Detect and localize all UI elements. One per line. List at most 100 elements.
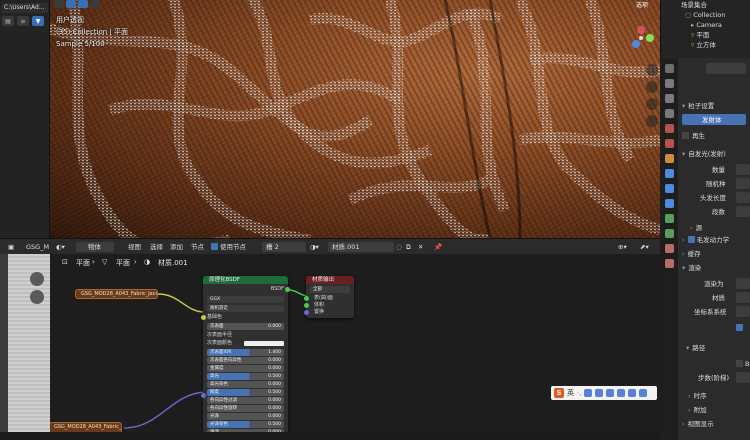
steps-field[interactable] xyxy=(736,372,750,383)
filter-icon[interactable]: ▼ xyxy=(32,16,44,26)
duplicate-material-icon[interactable]: ⧉ xyxy=(406,239,411,255)
render-tab-icon[interactable] xyxy=(664,79,674,88)
ime-toolbox-icon[interactable] xyxy=(617,389,626,397)
normal-input-socket[interactable] xyxy=(201,393,206,398)
image-texture-node[interactable]: GSG_MOD28_A043_Fabric_Jacquard_BS xyxy=(75,289,158,299)
base-color-input[interactable]: 基础色 xyxy=(207,314,284,321)
metallic-slider[interactable]: 金属度 0.000 xyxy=(207,365,284,372)
roughness-slider[interactable]: 糙度 0.500 xyxy=(207,389,284,396)
output-target-dropdown[interactable]: 全部 xyxy=(310,286,350,293)
distribution-dropdown[interactable]: GGX xyxy=(207,296,284,303)
regrow-checkbox[interactable]: 再生 xyxy=(682,130,705,142)
subsurface-method-dropdown[interactable]: 随机游走 xyxy=(207,305,284,312)
select-mode-icon[interactable] xyxy=(66,0,76,8)
view-layer-tab-icon[interactable] xyxy=(664,109,674,118)
zoom-icon[interactable] xyxy=(30,272,44,286)
scene-tab-icon[interactable] xyxy=(664,124,674,133)
object-tab-icon[interactable] xyxy=(664,154,674,163)
ime-keyboard-icon[interactable] xyxy=(595,389,604,397)
hair-length-field[interactable] xyxy=(736,192,750,203)
hair-dynamics-panel-header[interactable]: › 毛发动力学 xyxy=(682,234,729,246)
data-tab-icon[interactable] xyxy=(664,229,674,238)
overlay-toggle-icon[interactable]: ⊕▾ xyxy=(618,239,627,255)
emission-panel-header[interactable]: ▾ 自发光(发射) xyxy=(682,148,726,160)
displacement-input-socket[interactable] xyxy=(304,310,309,315)
ime-language-toggle[interactable]: 英 xyxy=(567,388,574,398)
seed-field[interactable] xyxy=(736,178,750,189)
outliner-item-collection[interactable]: ▢ Collection xyxy=(685,10,725,20)
physics-tab-icon[interactable] xyxy=(664,199,674,208)
menu-view[interactable]: 视图 xyxy=(128,239,141,255)
subsurface-anisotropy-slider[interactable]: 次表面各向异性 0.000 xyxy=(207,357,284,364)
specular-slider[interactable]: 高光 0.500 xyxy=(207,373,284,380)
material-dropdown[interactable] xyxy=(736,292,750,303)
ime-skin-icon[interactable] xyxy=(606,389,615,397)
subsurface-radius-input[interactable]: 次表面半径 xyxy=(207,332,284,339)
anisotropic-rotation-slider[interactable]: 各向异性旋转 0.000 xyxy=(207,405,284,412)
b-spline-checkbox[interactable]: B- xyxy=(736,358,750,370)
editor-type-icon[interactable]: ▣ xyxy=(8,239,14,255)
unlink-material-icon[interactable]: ✕ xyxy=(418,239,423,255)
path-panel-header[interactable]: ▾ 路径 xyxy=(686,342,705,354)
render-panel-header[interactable]: ▾ 渲染 xyxy=(682,262,701,274)
particles-tab-icon[interactable] xyxy=(664,184,674,193)
material-preview-icon[interactable]: ◑▾ xyxy=(310,239,319,255)
ime-menu-icon[interactable] xyxy=(639,389,648,397)
ime-toolbar[interactable]: S 英 ·, xyxy=(551,386,657,400)
material-tab-icon[interactable] xyxy=(664,244,674,253)
render-as-dropdown[interactable] xyxy=(736,278,750,289)
show-emitter-checkbox[interactable] xyxy=(736,322,745,334)
ime-voice-icon[interactable] xyxy=(584,389,593,397)
tool-tab-icon[interactable] xyxy=(664,64,674,73)
texture-tab-icon[interactable] xyxy=(664,259,674,268)
image-name-label[interactable]: GSG_M xyxy=(26,239,49,255)
menu-select[interactable]: 选择 xyxy=(150,239,163,255)
file-path-field[interactable]: C:\Users\Ad... xyxy=(2,3,48,13)
view-mode-icon[interactable]: ▤ xyxy=(2,16,14,26)
output-tab-icon[interactable] xyxy=(664,94,674,103)
pin-icon[interactable]: 📌 xyxy=(434,239,442,255)
base-color-socket[interactable] xyxy=(201,315,206,320)
constraints-tab-icon[interactable] xyxy=(664,214,674,223)
camera-view-icon[interactable] xyxy=(646,98,658,110)
pan-icon[interactable] xyxy=(646,81,658,93)
3d-viewport[interactable]: 选项 用户透视 (35) Collection | 平面 Sample 5/10… xyxy=(50,0,660,238)
segments-field[interactable] xyxy=(736,206,750,217)
ortho-toggle-icon[interactable] xyxy=(646,115,658,127)
ime-punctuation-icon[interactable]: ·, xyxy=(577,389,581,397)
menu-node[interactable]: 节点 xyxy=(191,239,204,255)
viewport-options-label[interactable]: 选项 xyxy=(636,0,648,9)
ime-settings-icon[interactable] xyxy=(628,389,637,397)
subsurface-slider[interactable]: 次表面 0.000 xyxy=(207,323,284,330)
menu-add[interactable]: 添加 xyxy=(170,239,183,255)
material-output-node[interactable]: 材质输出 全部 表(曲)面 体积 置换 xyxy=(304,276,354,318)
use-nodes-checkbox[interactable]: 使用节点 xyxy=(211,239,246,255)
anisotropic-slider[interactable]: 各向异性过滤 0.000 xyxy=(207,397,284,404)
viewport-icon[interactable] xyxy=(54,0,64,8)
subsurface-ior-slider[interactable]: 次表面IOR 1.400 xyxy=(207,349,284,356)
sheen-tint-slider[interactable]: 光泽染色 0.500 xyxy=(207,421,284,428)
cache-panel-header[interactable]: › 缓存 xyxy=(682,248,701,260)
fake-user-icon[interactable]: ◌ xyxy=(396,239,402,255)
extra-panel-header[interactable]: › 附加 xyxy=(688,404,707,416)
snap-icon[interactable]: ⬈▾ xyxy=(640,239,649,255)
modifier-tab-icon[interactable] xyxy=(664,169,674,178)
principled-bsdf-node[interactable]: 原理化BSDF BSDF GGX 随机游走 基础色 次表面 0.000 次表面半径… xyxy=(201,276,290,440)
sort-icon[interactable]: ≡ xyxy=(17,16,29,26)
sheen-slider[interactable]: 光泽 0.000 xyxy=(207,413,284,420)
viewport-display-panel-header[interactable]: › 视图显示 xyxy=(682,418,714,430)
timing-panel-header[interactable]: › 时序 xyxy=(688,390,707,402)
select-subtract-icon[interactable] xyxy=(90,0,100,8)
select-extend-icon[interactable] xyxy=(78,0,88,8)
hand-pan-icon[interactable] xyxy=(30,290,44,304)
zoom-icon[interactable] xyxy=(646,64,658,76)
number-field[interactable] xyxy=(736,164,750,175)
subsurface-color-input[interactable]: 次表面颜色 xyxy=(207,340,284,347)
ime-logo[interactable]: S xyxy=(554,388,564,398)
world-tab-icon[interactable] xyxy=(664,139,674,148)
volume-input-socket[interactable] xyxy=(304,303,309,308)
outliner-item-plane[interactable]: ▿ 平面 xyxy=(691,30,709,40)
navigation-gizmo[interactable] xyxy=(626,18,656,58)
properties-search-input[interactable] xyxy=(706,63,746,74)
node-canvas[interactable]: GSG_MOD28_A043_Fabric_Jacquard_BS GSG_MO… xyxy=(50,274,660,440)
